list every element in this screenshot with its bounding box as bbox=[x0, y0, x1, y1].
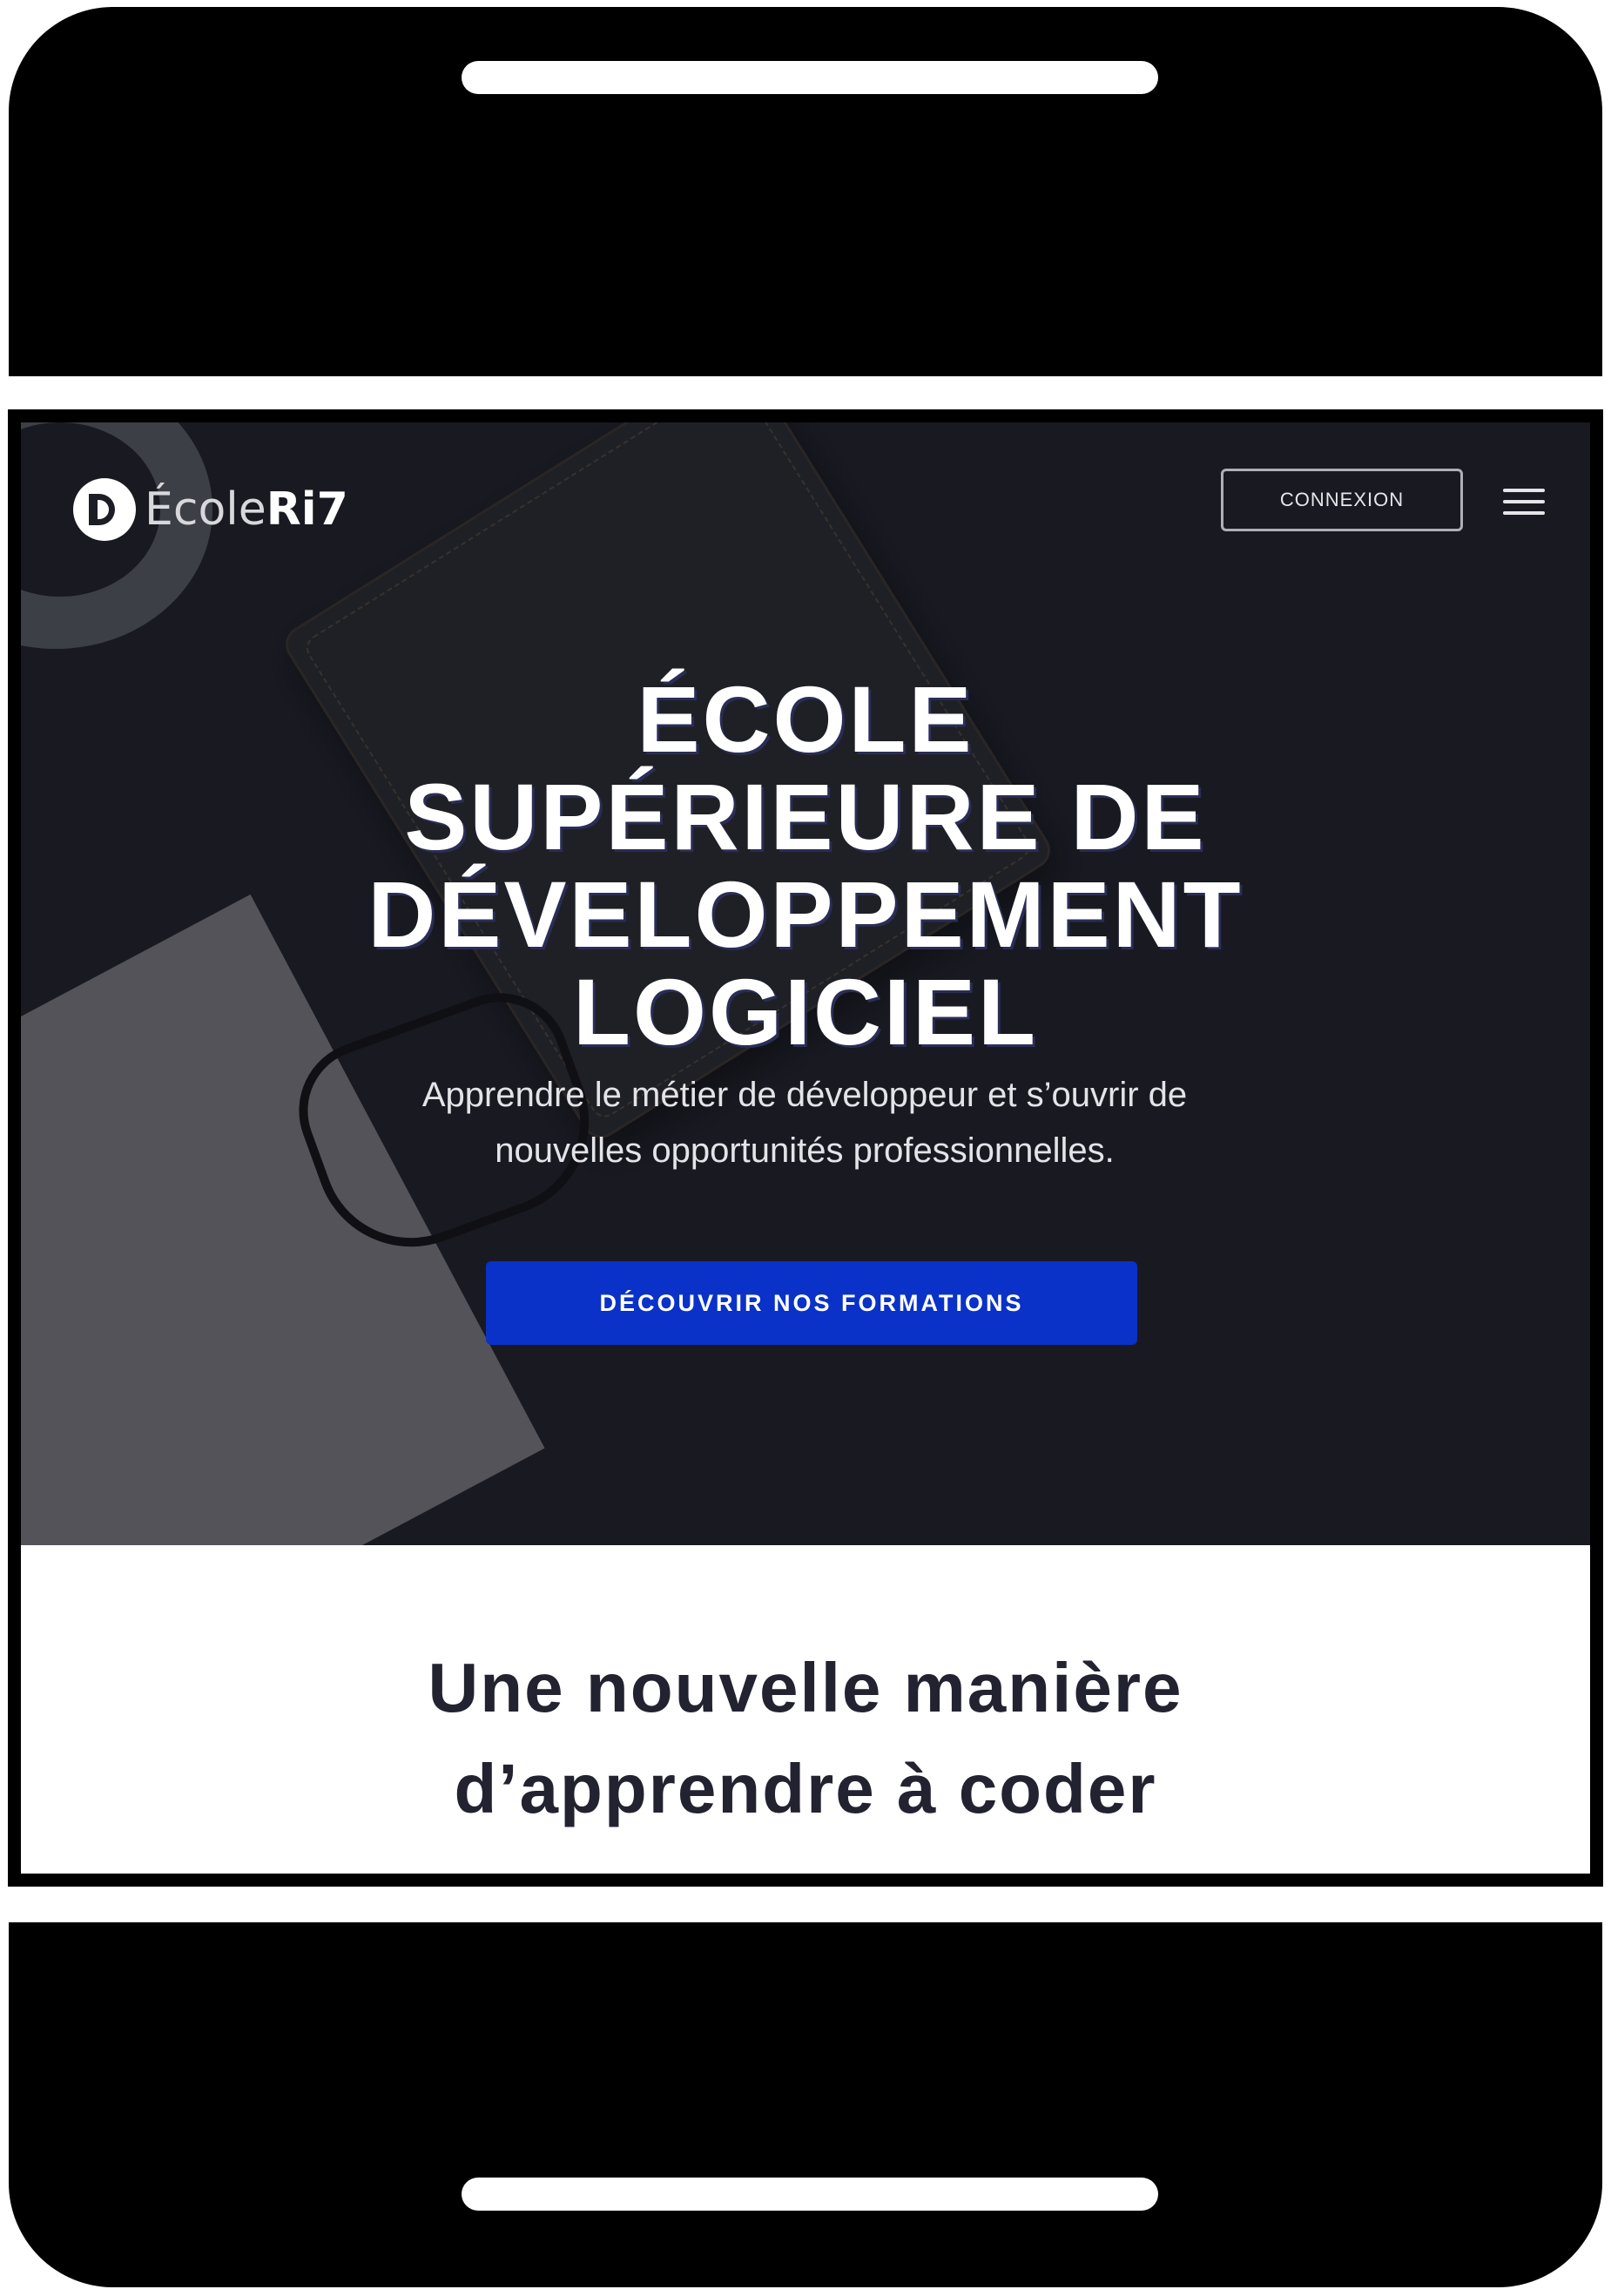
logo-icon bbox=[73, 478, 136, 541]
speaker-bar bbox=[462, 61, 1158, 94]
webpage-screen: ÉcoleRi7 CONNEXION ÉCOLE SUPÉRIEURE DE D… bbox=[21, 422, 1590, 1874]
home-indicator-bar bbox=[462, 2178, 1158, 2211]
hero-title-line: DÉVELOPPEMENT bbox=[367, 861, 1244, 967]
hero-title-line: ÉCOLE bbox=[637, 666, 974, 772]
section-heading-line: Une nouvelle manière bbox=[428, 1649, 1183, 1726]
hero-section: ÉcoleRi7 CONNEXION ÉCOLE SUPÉRIEURE DE D… bbox=[21, 422, 1590, 1545]
section-heading-line: d’apprendre à coder bbox=[454, 1750, 1157, 1827]
hero-title-line: SUPÉRIEURE DE bbox=[404, 764, 1207, 869]
hero-subtitle-line: nouvelles opportunités professionnelles. bbox=[495, 1131, 1115, 1170]
device-bottom-bezel bbox=[9, 1922, 1602, 2287]
hamburger-menu-icon[interactable] bbox=[1503, 489, 1545, 515]
site-logo[interactable]: ÉcoleRi7 bbox=[73, 475, 348, 544]
device-top-bezel bbox=[9, 7, 1602, 376]
login-button[interactable]: CONNEXION bbox=[1221, 469, 1463, 531]
hero-subtitle: Apprendre le métier de développeur et s’… bbox=[326, 1067, 1284, 1178]
logo-text: ÉcoleRi7 bbox=[145, 483, 348, 536]
hero-title: ÉCOLE SUPÉRIEURE DE DÉVELOPPEMENT LOGICI… bbox=[21, 671, 1590, 1061]
section-heading: Une nouvelle manière d’apprendre à coder bbox=[21, 1638, 1590, 1840]
hero-subtitle-line: Apprendre le métier de développeur et s’… bbox=[421, 1076, 1188, 1114]
device-screen-frame: ÉcoleRi7 CONNEXION ÉCOLE SUPÉRIEURE DE D… bbox=[8, 409, 1603, 1887]
discover-formations-button[interactable]: DÉCOUVRIR NOS FORMATIONS bbox=[486, 1261, 1137, 1345]
hero-title-line: LOGICIEL bbox=[573, 959, 1038, 1064]
